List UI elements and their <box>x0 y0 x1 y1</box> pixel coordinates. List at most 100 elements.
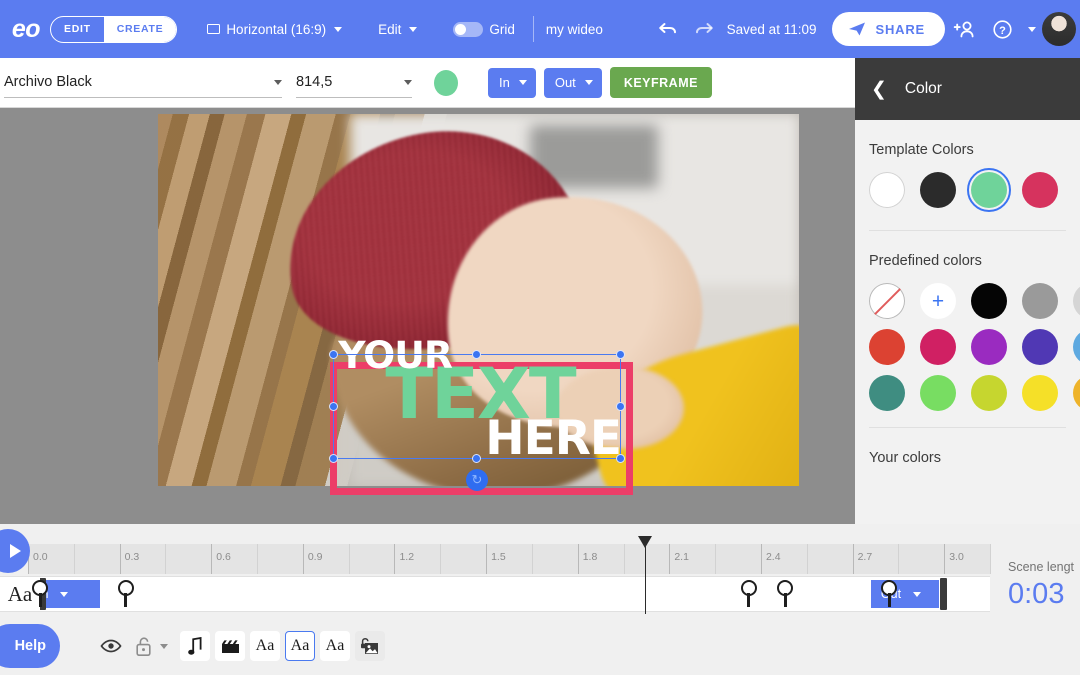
predefined-color-swatch-1-0[interactable] <box>869 329 905 365</box>
resize-handle-bottom-left[interactable] <box>329 454 338 463</box>
scene-length-label: Scene lengt <box>1008 560 1080 574</box>
animation-out-button[interactable]: Out <box>544 68 602 98</box>
predefined-color-swatch-1-3[interactable] <box>1022 329 1058 365</box>
film-clapper-icon[interactable] <box>215 631 245 661</box>
keyframe-marker-3[interactable] <box>777 580 793 596</box>
text-color-swatch[interactable] <box>434 70 458 96</box>
resize-handle-top-left[interactable] <box>329 350 338 359</box>
text-tool-2-icon[interactable]: Aa <box>285 631 315 661</box>
predefined-color-swatch-2-1[interactable] <box>920 375 956 411</box>
template-colors-label: Template Colors <box>855 120 1080 158</box>
animation-in-label: In <box>499 75 510 90</box>
aspect-ratio-selector[interactable]: Horizontal (16:9) <box>201 0 348 58</box>
text-tool-1-icon[interactable]: Aa <box>250 631 280 661</box>
chevron-down-icon <box>334 27 342 32</box>
aspect-ratio-label: Horizontal (16:9) <box>226 22 326 37</box>
resize-handle-bottom-right[interactable] <box>616 454 625 463</box>
predefined-color-swatch-1-1[interactable] <box>920 329 956 365</box>
font-family-value: Archivo Black <box>4 74 92 90</box>
grid-toggle-group[interactable]: Grid <box>447 0 521 58</box>
resize-handle-middle-left[interactable] <box>329 402 338 411</box>
template-color-swatch-3[interactable] <box>1022 172 1058 208</box>
mode-tab-edit[interactable]: EDIT <box>51 17 104 42</box>
color-panel-header: ❮ Color <box>855 58 1080 120</box>
add-color-button[interactable]: + <box>920 283 956 319</box>
share-button[interactable]: SHARE <box>832 12 945 46</box>
unlock-icon[interactable] <box>130 633 156 659</box>
undo-icon[interactable] <box>649 0 686 58</box>
resize-handle-middle-right[interactable] <box>616 402 625 411</box>
predefined-colors-label: Predefined colors <box>855 231 1080 269</box>
predefined-color-swatch-2-2[interactable] <box>971 375 1007 411</box>
resize-handle-bottom-center[interactable] <box>472 454 481 463</box>
resize-handle-top-center[interactable] <box>472 350 481 359</box>
animation-in-button[interactable]: In <box>488 68 536 98</box>
predefined-color-swatch-0-3[interactable] <box>1022 283 1058 319</box>
chevron-down-icon <box>409 27 417 32</box>
predefined-color-swatch-2-0[interactable] <box>869 375 905 411</box>
no-color-swatch[interactable] <box>869 283 905 319</box>
template-colors-row <box>855 158 1080 208</box>
predefined-color-swatch-2-4[interactable] <box>1073 375 1080 411</box>
keyframe-marker-4[interactable] <box>881 580 897 596</box>
font-size-value: 814,5 <box>296 74 332 90</box>
top-toolbar: eo EDIT CREATE Horizontal (16:9) Edit Gr… <box>0 0 1080 58</box>
text-tool-3-icon[interactable]: Aa <box>320 631 350 661</box>
keyframe-marker-2[interactable] <box>741 580 757 596</box>
color-panel-title: Color <box>905 80 942 98</box>
predefined-color-swatch-1-2[interactable] <box>971 329 1007 365</box>
predefined-colors-row-0: + <box>855 269 1080 319</box>
mode-tab-create[interactable]: CREATE <box>104 17 177 42</box>
predefined-color-swatch-1-4[interactable] <box>1073 329 1080 365</box>
music-note-icon[interactable] <box>180 631 210 661</box>
template-color-swatch-2[interactable] <box>971 172 1007 208</box>
avatar[interactable] <box>1042 12 1076 46</box>
edit-menu-label: Edit <box>378 22 401 37</box>
chevron-down-icon <box>274 80 282 85</box>
mode-toggle-group: EDIT CREATE <box>50 16 177 43</box>
your-colors-label: Your colors <box>855 428 1080 466</box>
predefined-color-swatch-0-4[interactable] <box>1073 283 1080 319</box>
template-color-swatch-1[interactable] <box>920 172 956 208</box>
share-label: SHARE <box>875 22 925 37</box>
image-lock-icon[interactable] <box>355 631 385 661</box>
add-person-icon[interactable] <box>945 0 985 58</box>
playhead[interactable] <box>645 536 646 614</box>
redo-icon[interactable] <box>686 0 723 58</box>
keyframe-marker-1[interactable] <box>118 580 134 596</box>
rotate-icon[interactable]: ↻ <box>466 469 488 491</box>
selection-box[interactable]: ↻ <box>333 354 621 459</box>
keyframe-button[interactable]: KEYFRAME <box>610 67 712 98</box>
text-properties-toolbar: Archivo Black 814,5 In Out KEYFRAME <box>0 58 855 108</box>
account-menu-chevron-icon[interactable] <box>1020 0 1042 58</box>
predefined-colors-row-1 <box>855 319 1080 365</box>
color-panel: ❮ Color Template Colors Predefined color… <box>855 58 1080 524</box>
font-family-select[interactable]: Archivo Black <box>4 68 282 98</box>
play-icon <box>10 544 21 558</box>
predefined-colors-row-2 <box>855 365 1080 411</box>
chevron-down-icon <box>585 80 593 85</box>
send-icon <box>848 21 866 37</box>
edit-menu[interactable]: Edit <box>372 0 423 58</box>
chevron-down-icon <box>404 80 412 85</box>
chevron-left-icon[interactable]: ❮ <box>871 80 887 99</box>
help-icon[interactable]: ? <box>985 0 1020 58</box>
help-button[interactable]: Help <box>0 624 60 668</box>
grid-label: Grid <box>489 22 515 37</box>
project-name[interactable]: my wideo <box>546 22 603 37</box>
animation-out-label: Out <box>555 75 576 90</box>
predefined-color-swatch-2-3[interactable] <box>1022 375 1058 411</box>
app-logo[interactable]: eo <box>0 0 42 58</box>
font-size-select[interactable]: 814,5 <box>296 68 412 98</box>
grid-toggle[interactable] <box>453 22 483 37</box>
scene-length-value: 0:03 <box>1008 578 1080 611</box>
resize-handle-top-right[interactable] <box>616 350 625 359</box>
svg-text:?: ? <box>999 25 1006 37</box>
divider <box>533 16 534 42</box>
chevron-down-icon[interactable] <box>156 633 172 659</box>
bottom-toolbar: Help Aa Aa Aa <box>0 617 1080 675</box>
keyframe-marker-0[interactable] <box>32 580 48 596</box>
predefined-color-swatch-0-2[interactable] <box>971 283 1007 319</box>
template-color-swatch-0[interactable] <box>869 172 905 208</box>
eye-icon[interactable] <box>98 633 124 659</box>
